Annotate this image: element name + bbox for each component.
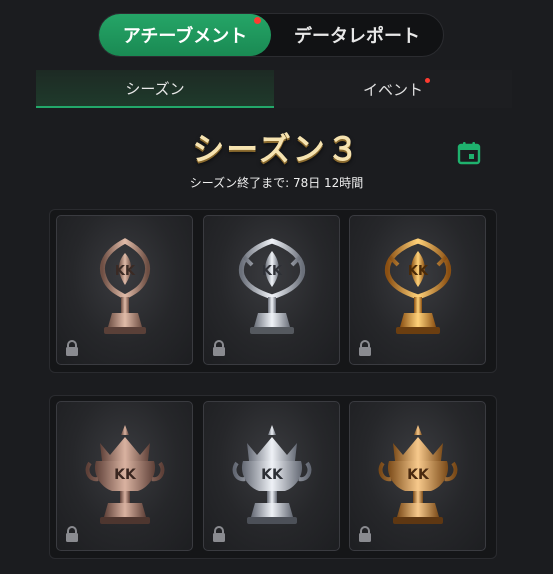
- notification-dot: [425, 78, 430, 83]
- svg-text:KK: KK: [407, 264, 428, 279]
- trophy-row-crowns: KK KK KK: [49, 395, 497, 559]
- kk-cup-bronze-icon: KK: [99, 238, 150, 334]
- kk-cup-gold-icon: KK: [384, 238, 451, 334]
- tab-season-label: シーズン: [125, 79, 185, 98]
- lock-icon: [359, 526, 371, 542]
- lock-icon: [66, 340, 78, 356]
- trophy-card[interactable]: KK: [56, 215, 193, 365]
- lock-icon: [213, 340, 225, 356]
- sub-tab-bar: シーズン イベント: [36, 70, 512, 108]
- kk-crown-silver-icon: KK: [232, 425, 311, 524]
- tab-achievements-label: アチーブメント: [122, 26, 248, 47]
- top-tab-switcher: アチーブメント データレポート: [98, 13, 444, 57]
- calendar-icon[interactable]: [456, 140, 482, 166]
- trophy-card[interactable]: KK: [56, 401, 193, 551]
- lock-icon: [66, 526, 78, 542]
- tab-event[interactable]: イベント: [274, 70, 512, 108]
- kk-crown-gold-icon: KK: [378, 425, 457, 524]
- svg-text:KK: KK: [261, 264, 282, 279]
- trophy-card[interactable]: KK: [203, 401, 340, 551]
- trophy-card[interactable]: KK: [349, 215, 486, 365]
- tab-achievements[interactable]: アチーブメント: [99, 14, 271, 56]
- trophy-card[interactable]: KK: [349, 401, 486, 551]
- trophy-card[interactable]: KK: [203, 215, 340, 365]
- lock-icon: [359, 340, 371, 356]
- kk-cup-silver-icon: KK: [238, 238, 305, 334]
- kk-crown-bronze-icon: KK: [85, 425, 164, 524]
- season-countdown: シーズン終了まで: 78日 12時間: [189, 176, 364, 190]
- notification-dot: [254, 17, 261, 24]
- trophy-row-cups: KK KK KK: [49, 209, 497, 373]
- tab-season[interactable]: シーズン: [36, 70, 274, 108]
- tab-data-report-label: データレポート: [294, 26, 420, 47]
- svg-text:KK: KK: [407, 467, 430, 483]
- lock-icon: [213, 526, 225, 542]
- tab-event-label: イベント: [362, 80, 423, 99]
- svg-text:KK: KK: [261, 467, 284, 483]
- svg-text:KK: KK: [114, 264, 135, 279]
- svg-text:KK: KK: [114, 467, 137, 483]
- tab-data-report[interactable]: データレポート: [271, 14, 443, 56]
